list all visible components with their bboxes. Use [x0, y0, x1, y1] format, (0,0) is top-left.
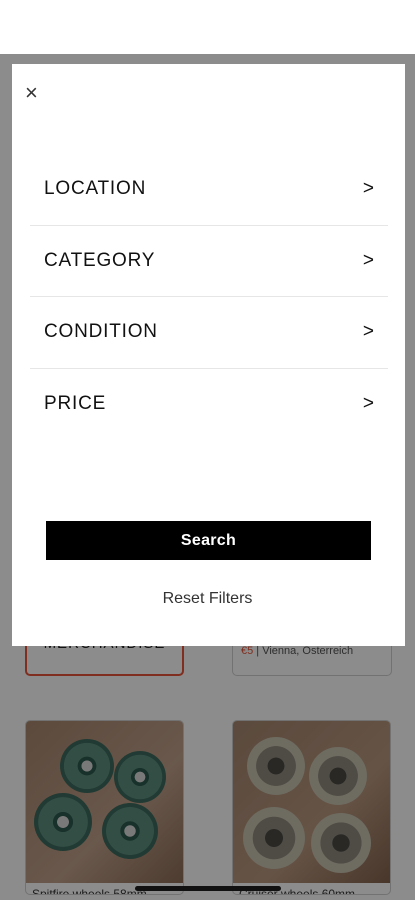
filter-item-category[interactable]: CATEGORY > — [30, 226, 388, 297]
chevron-right-icon: > — [362, 321, 374, 343]
reset-filters-link[interactable]: Reset Filters — [0, 590, 415, 608]
filter-list: LOCATION > CATEGORY > CONDITION > PRICE … — [30, 154, 388, 440]
close-icon[interactable]: × — [25, 82, 49, 106]
status-bar — [0, 0, 415, 54]
chevron-right-icon: > — [362, 178, 374, 200]
filter-label: CONDITION — [44, 321, 158, 343]
search-button[interactable]: Search — [46, 521, 371, 560]
chevron-right-icon: > — [362, 393, 374, 415]
chevron-right-icon: > — [362, 249, 374, 271]
filter-label: PRICE — [44, 393, 107, 415]
filter-item-location[interactable]: LOCATION > — [30, 154, 388, 226]
filter-label: CATEGORY — [44, 249, 156, 271]
filter-item-condition[interactable]: CONDITION > — [30, 297, 388, 369]
filter-item-price[interactable]: PRICE > — [30, 369, 388, 441]
home-indicator[interactable] — [135, 886, 281, 891]
filter-label: LOCATION — [44, 178, 147, 200]
